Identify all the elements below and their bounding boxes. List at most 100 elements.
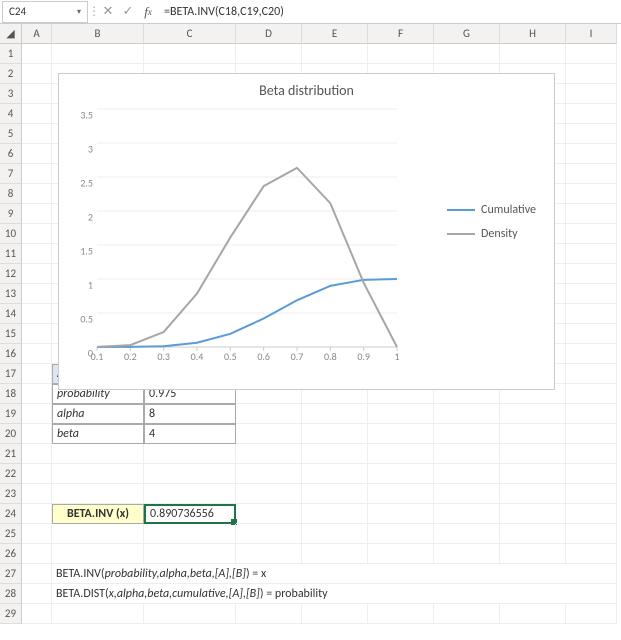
col-header[interactable]: I (566, 24, 617, 44)
cell[interactable] (22, 464, 52, 484)
cell[interactable] (368, 64, 434, 84)
cell[interactable] (566, 384, 617, 404)
cell[interactable] (236, 484, 302, 504)
cell[interactable] (22, 144, 52, 164)
arg-name[interactable]: probability (52, 384, 144, 404)
cell[interactable] (434, 384, 500, 404)
cell[interactable] (434, 444, 500, 464)
cell[interactable] (144, 344, 236, 364)
cell[interactable] (500, 424, 566, 444)
cell[interactable] (144, 164, 236, 184)
cell[interactable] (236, 244, 302, 264)
cell[interactable] (566, 404, 617, 424)
active-cell[interactable]: 0.890736556 (144, 504, 236, 524)
cell[interactable] (434, 104, 500, 124)
cell[interactable] (236, 284, 302, 304)
cell[interactable] (52, 604, 144, 624)
cell[interactable] (144, 104, 236, 124)
cell[interactable] (368, 504, 434, 524)
cell[interactable] (566, 124, 617, 144)
cell[interactable] (500, 524, 566, 544)
cell[interactable] (302, 264, 368, 284)
cell[interactable] (22, 484, 52, 504)
row-header[interactable]: 20 (0, 424, 22, 444)
cell[interactable] (52, 464, 144, 484)
cell[interactable] (52, 244, 144, 264)
row-header[interactable]: 16 (0, 344, 22, 364)
cell[interactable] (368, 464, 434, 484)
cell[interactable] (500, 164, 566, 184)
cell[interactable] (500, 44, 566, 64)
cell[interactable] (144, 604, 236, 624)
accept-icon[interactable]: ✓ (118, 1, 138, 23)
cell[interactable] (144, 244, 236, 264)
arg-name[interactable]: alpha (52, 404, 144, 424)
cell[interactable] (500, 144, 566, 164)
cell[interactable] (500, 324, 566, 344)
row-header[interactable]: 14 (0, 304, 22, 324)
cell[interactable] (22, 44, 52, 64)
cell[interactable] (566, 544, 617, 564)
cell[interactable] (302, 224, 368, 244)
cell[interactable] (368, 524, 434, 544)
cell[interactable] (302, 324, 368, 344)
row-header[interactable]: 24 (0, 504, 22, 524)
cell[interactable] (52, 84, 144, 104)
cell[interactable] (302, 244, 368, 264)
cell[interactable] (566, 484, 617, 504)
row-header[interactable]: 5 (0, 124, 22, 144)
cell[interactable] (368, 604, 434, 624)
cell[interactable] (500, 384, 566, 404)
row-header[interactable]: 12 (0, 264, 22, 284)
cell[interactable] (434, 224, 500, 244)
row-header[interactable]: 2 (0, 64, 22, 84)
cell[interactable] (52, 144, 144, 164)
cell[interactable] (52, 304, 144, 324)
cell[interactable] (368, 364, 434, 384)
cell[interactable] (368, 244, 434, 264)
cell[interactable] (368, 204, 434, 224)
cell[interactable] (566, 104, 617, 124)
row-header[interactable]: 11 (0, 244, 22, 264)
cell[interactable] (302, 404, 368, 424)
cell[interactable] (434, 424, 500, 444)
row-header[interactable]: 19 (0, 404, 22, 424)
cell[interactable] (368, 264, 434, 284)
cell[interactable] (22, 324, 52, 344)
cell[interactable] (434, 164, 500, 184)
arg-value[interactable]: 0.975 (144, 384, 236, 404)
select-all-corner[interactable]: ◢ (0, 24, 22, 44)
col-header[interactable]: H (500, 24, 566, 44)
cell[interactable] (22, 544, 52, 564)
cell[interactable] (500, 84, 566, 104)
cell[interactable] (236, 204, 302, 224)
cell[interactable] (566, 144, 617, 164)
cell[interactable] (500, 264, 566, 284)
cell[interactable] (302, 104, 368, 124)
cell[interactable] (236, 124, 302, 144)
row-header[interactable]: 15 (0, 324, 22, 344)
cell[interactable] (52, 124, 144, 144)
cell[interactable] (434, 144, 500, 164)
cell[interactable] (302, 424, 368, 444)
cell[interactable] (22, 164, 52, 184)
cell[interactable] (368, 84, 434, 104)
cell[interactable] (434, 364, 500, 384)
cell[interactable] (22, 84, 52, 104)
cell[interactable] (500, 444, 566, 464)
cell[interactable] (368, 44, 434, 64)
cell[interactable] (500, 604, 566, 624)
cell[interactable] (144, 444, 236, 464)
col-header[interactable]: C (144, 24, 236, 44)
cell[interactable] (368, 104, 434, 124)
cell[interactable] (434, 124, 500, 144)
cell[interactable] (52, 104, 144, 124)
cell[interactable] (144, 124, 236, 144)
cell[interactable] (52, 324, 144, 344)
row-header[interactable]: 23 (0, 484, 22, 504)
cell[interactable] (500, 244, 566, 264)
cell[interactable] (236, 384, 302, 404)
cell[interactable] (368, 184, 434, 204)
cell[interactable] (236, 444, 302, 464)
row-header[interactable]: 7 (0, 164, 22, 184)
